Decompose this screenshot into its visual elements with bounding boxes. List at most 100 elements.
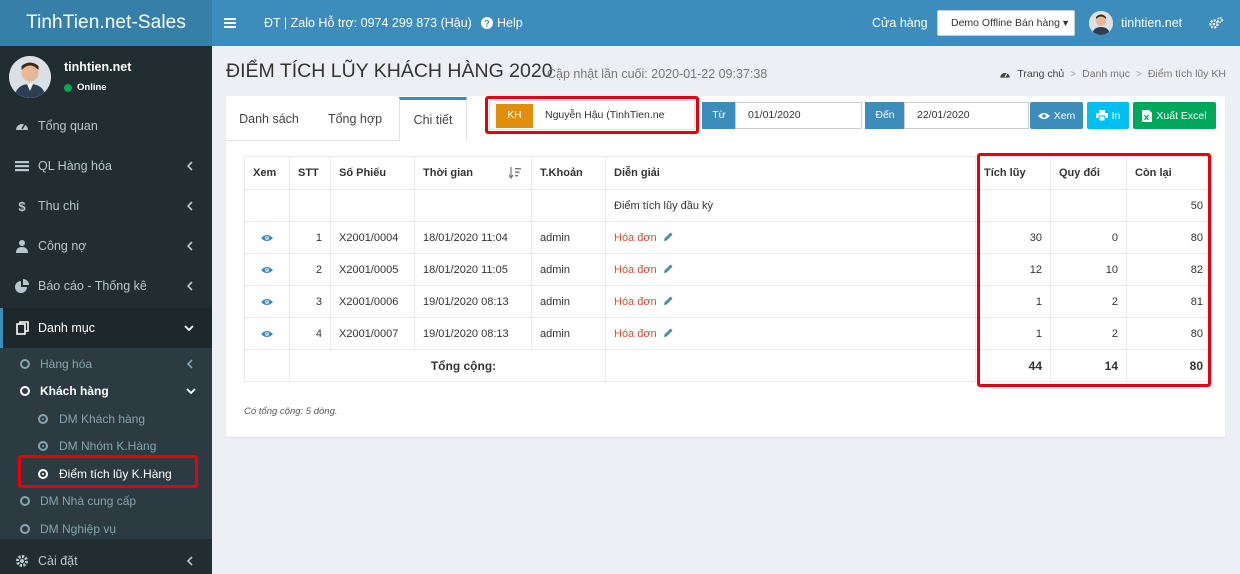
chevron-left-icon — [186, 281, 193, 291]
col-header-thoi-gian[interactable]: Thời gian — [414, 156, 532, 190]
sidebar-item-cai-dat[interactable]: Cài đặt — [0, 541, 212, 574]
breadcrumb-item[interactable]: Danh mục — [1082, 68, 1130, 80]
tab-chi-tiet[interactable]: Chi tiết — [399, 97, 467, 141]
help-link[interactable]: ? Help — [481, 0, 523, 46]
cell-thoi-gian: 19/01/2020 08:13 — [414, 317, 532, 350]
eye-icon — [1037, 112, 1050, 119]
invoice-link[interactable]: Hóa đơn — [614, 232, 657, 244]
sidebar-subitem-label: Khách hàng — [40, 383, 109, 398]
breadcrumb-current: Điểm tích lũy KH — [1147, 68, 1226, 80]
hamburger-icon — [224, 18, 236, 28]
pie-chart-icon — [15, 279, 29, 293]
cell-dien-giai: Hóa đơn — [605, 253, 976, 286]
user-menu[interactable]: tinhtien.net — [1089, 0, 1182, 46]
view-row-button[interactable] — [244, 317, 290, 350]
cell-stt: 3 — [289, 285, 331, 318]
cell-stt: 4 — [289, 317, 331, 350]
cell-so-phieu: X2001/0004 — [330, 221, 415, 254]
export-excel-label: Xuất Excel — [1156, 109, 1207, 122]
view-row-button[interactable] — [244, 221, 290, 254]
sidebar-user-name: tinhtien.net — [64, 60, 132, 74]
chevron-down-icon — [186, 388, 196, 395]
page-subtitle: Cập nhật lần cuối: 2020-01-22 09:37:38 — [547, 67, 768, 81]
invoice-link[interactable]: Hóa đơn — [614, 264, 657, 276]
pencil-icon[interactable] — [663, 231, 674, 242]
invoice-link[interactable]: Hóa đơn — [614, 328, 657, 340]
print-button[interactable]: In — [1087, 102, 1129, 129]
eye-icon — [261, 330, 273, 337]
eye-icon — [261, 298, 273, 305]
print-icon — [1095, 110, 1108, 121]
sidebar: tinhtien.net Online Tổng quan QL Hàng hó… — [0, 46, 212, 574]
table-cell — [414, 189, 532, 222]
sort-amount-icon — [509, 167, 521, 179]
breadcrumb-home[interactable]: Trang chủ — [1017, 68, 1064, 80]
chevron-left-icon — [186, 359, 193, 369]
dot-circle-icon — [38, 413, 48, 424]
sidebar-item-bao-cao[interactable]: Báo cáo - Thống kê — [0, 266, 212, 306]
table-cell — [244, 189, 290, 222]
online-status: Online — [64, 82, 107, 93]
sidebar-item-label: Tổng quan — [38, 119, 98, 133]
view-row-button[interactable] — [244, 253, 290, 286]
pencil-icon[interactable] — [663, 327, 674, 338]
from-date-label: Từ — [702, 102, 736, 129]
export-excel-button[interactable]: Xuất Excel — [1133, 102, 1216, 129]
invoice-link[interactable]: Hóa đơn — [614, 296, 657, 308]
sidebar-subitem-dm-khach-hang[interactable]: DM Khách hàng — [0, 405, 212, 432]
breadcrumb-separator-icon: > — [1070, 68, 1077, 80]
sidebar-subitem-label: DM Khách hàng — [59, 411, 146, 426]
col-header-tai-khoan: T.Khoản — [531, 156, 606, 190]
store-select[interactable]: Demo Offline Bán hàng ▼ — [937, 10, 1075, 36]
col-header-label: Thời gian — [423, 167, 473, 179]
sidebar-item-danh-muc[interactable]: Danh mục — [0, 308, 212, 348]
sidebar-item-label: Báo cáo - Thống kê — [38, 279, 147, 293]
sidebar-item-cong-no[interactable]: Công nợ — [0, 226, 212, 266]
tab-danh-sach[interactable]: Danh sách — [226, 98, 312, 140]
table-cell — [531, 189, 606, 222]
chevron-down-icon — [184, 325, 194, 332]
cell-dien-giai: Hóa đơn — [605, 317, 976, 350]
eye-icon — [261, 266, 273, 273]
sidebar-item-label: Thu chi — [38, 199, 79, 213]
sidebar-subitem-hang-hoa[interactable]: Hàng hóa — [0, 350, 212, 377]
app-brand[interactable]: TinhTien.net-Sales — [0, 0, 212, 46]
view-button[interactable]: Xem — [1030, 102, 1083, 129]
pencil-icon[interactable] — [663, 295, 674, 306]
user-icon — [16, 240, 28, 253]
settings-toggle[interactable] — [1209, 0, 1223, 46]
highlight-frame-customer — [485, 96, 699, 134]
gear-icon — [16, 555, 28, 567]
sidebar-subitem-khach-hang[interactable]: Khách hàng — [0, 377, 212, 404]
circle-icon — [20, 523, 30, 534]
caret-down-icon: ▼ — [1061, 18, 1070, 28]
help-label: Help — [497, 16, 523, 30]
sidebar-subitem-nha-cung-cap[interactable]: DM Nhà cung cấp — [0, 487, 212, 514]
col-header-so-phieu: Số Phiếu — [330, 156, 415, 190]
sidebar-item-label: QL Hàng hóa — [38, 159, 112, 173]
chevron-left-icon — [186, 241, 193, 251]
copy-icon — [16, 321, 29, 335]
dot-circle-icon — [38, 440, 48, 451]
sidebar-item-label: Công nợ — [38, 239, 87, 253]
sidebar-subitem-nghiep-vu[interactable]: DM Nghiệp vụ — [0, 515, 212, 542]
pencil-icon[interactable] — [663, 263, 674, 274]
chevron-left-icon — [186, 161, 193, 171]
sidebar-toggle-button[interactable] — [224, 0, 236, 46]
cell-dien-giai: Hóa đơn — [605, 221, 976, 254]
sidebar-item-thu-chi[interactable]: $ Thu chi — [0, 186, 212, 226]
excel-file-icon — [1142, 109, 1153, 122]
cell-so-phieu: X2001/0006 — [330, 285, 415, 318]
user-panel: tinhtien.net Online — [0, 46, 212, 106]
submenu-danh-muc: Hàng hóa Khách hàng DM Khách hàng DM Nhó… — [0, 348, 212, 539]
cell-dien-giai: Hóa đơn — [605, 285, 976, 318]
from-date-input[interactable]: 01/01/2020 — [735, 102, 862, 129]
list-icon — [15, 161, 29, 172]
tab-tong-hop[interactable]: Tổng hợp — [312, 98, 398, 140]
breadcrumb: Trang chủ > Danh mục > Điểm tích lũy KH — [999, 68, 1226, 80]
to-date-input[interactable]: 22/01/2020 — [904, 102, 1029, 129]
sidebar-item-tong-quan[interactable]: Tổng quan — [0, 106, 212, 146]
view-row-button[interactable] — [244, 285, 290, 318]
sidebar-item-ql-hang-hoa[interactable]: QL Hàng hóa — [0, 146, 212, 186]
sidebar-item-label: Danh mục — [38, 321, 95, 335]
